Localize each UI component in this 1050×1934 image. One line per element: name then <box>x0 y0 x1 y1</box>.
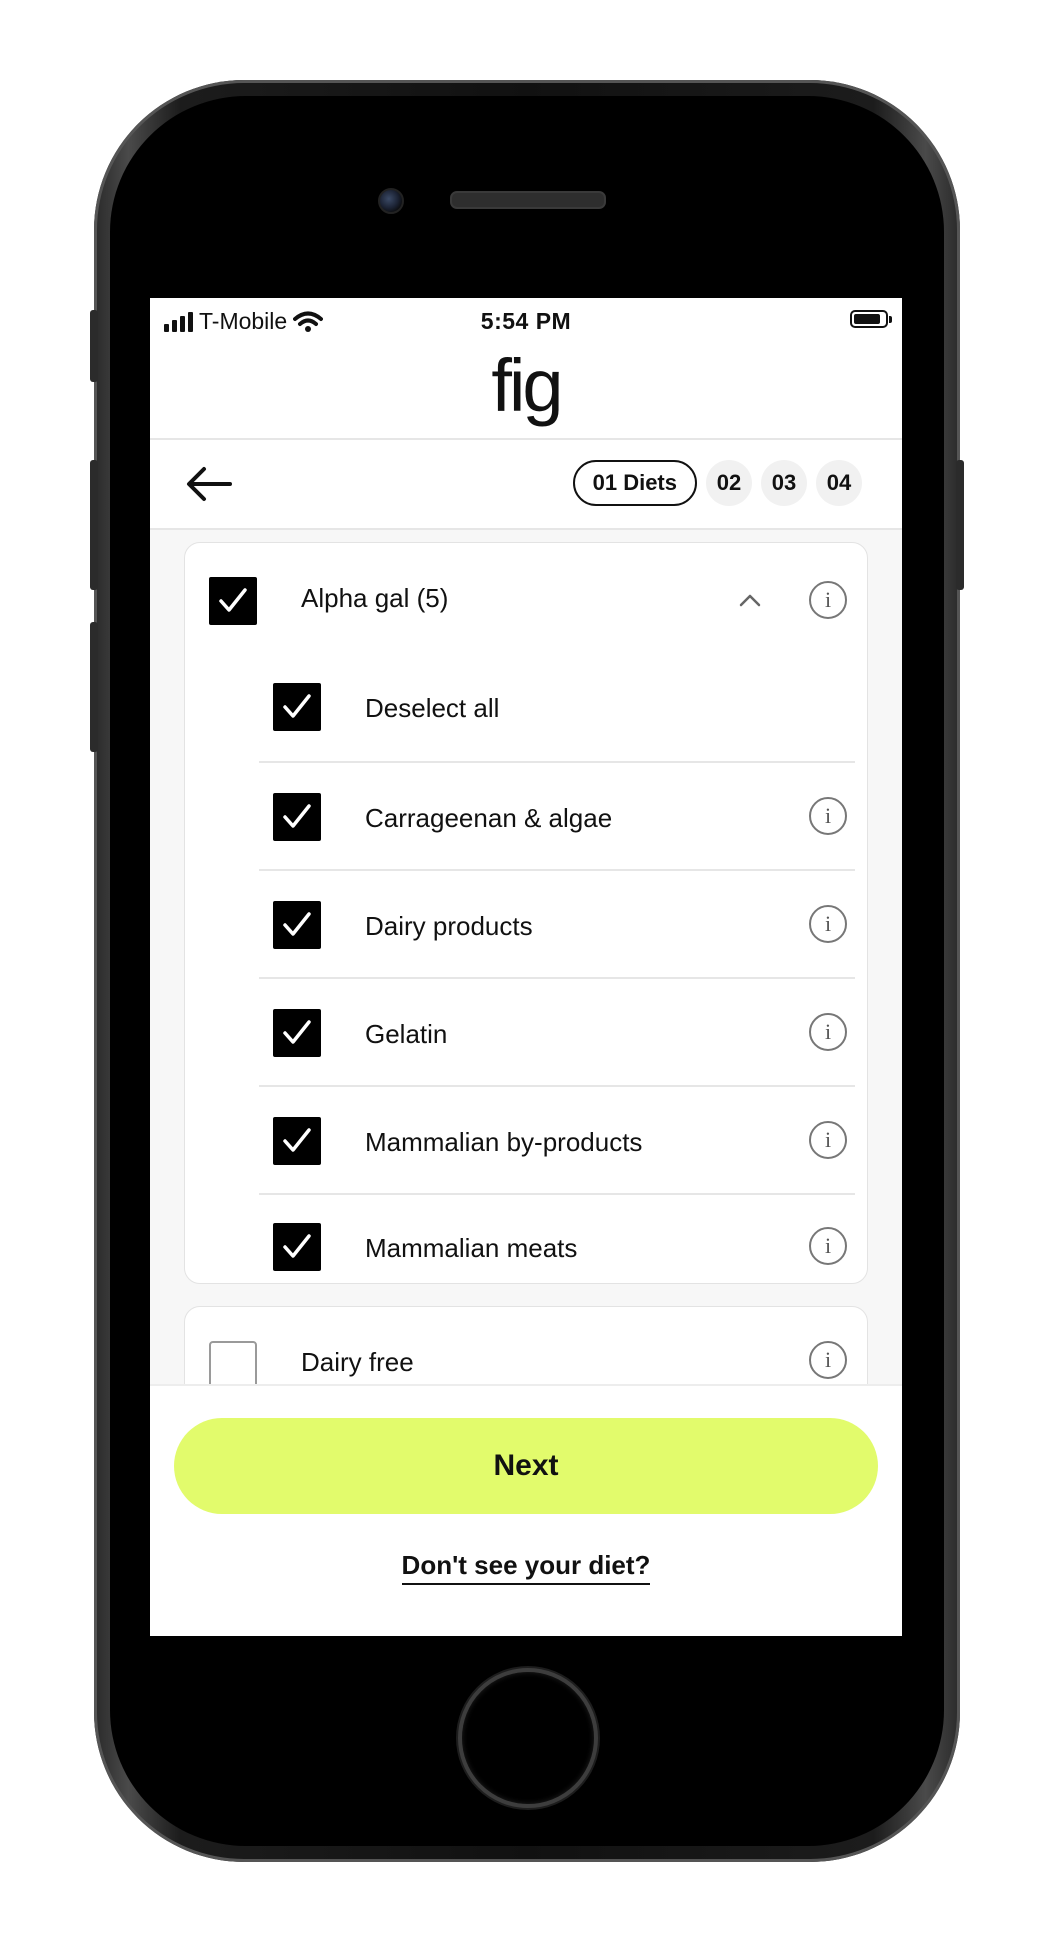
list-item[interactable]: Mammalian by-products i <box>259 1087 855 1195</box>
footer: Next Don't see your diet? <box>150 1384 902 1636</box>
group-label: Dairy free <box>301 1347 414 1377</box>
step-nav: 01 Diets 02 03 04 <box>150 440 902 530</box>
status-bar: T-Mobile 5:54 PM <box>150 298 902 344</box>
step-indicator: 01 Diets 02 03 04 <box>572 460 862 506</box>
item-label: Gelatin <box>365 1019 448 1049</box>
app-screen: T-Mobile 5:54 PM fig 01 Diets 02 03 04 A… <box>150 298 902 1636</box>
missing-diet-link[interactable]: Don't see your diet? <box>401 1550 651 1585</box>
item-checkbox[interactable] <box>273 1223 321 1271</box>
checkmark-icon <box>283 694 311 718</box>
list-item[interactable]: Mammalian meats i <box>259 1195 855 1283</box>
item-checkbox[interactable] <box>273 901 321 949</box>
clock: 5:54 PM <box>480 308 572 334</box>
back-arrow-icon[interactable] <box>186 466 232 502</box>
info-icon[interactable]: i <box>809 1121 847 1159</box>
info-icon[interactable]: i <box>809 797 847 835</box>
diet-group-header[interactable]: Alpha gal (5) i <box>185 543 867 655</box>
list-item[interactable]: Dairy products i <box>259 871 855 979</box>
item-label: Mammalian by-products <box>365 1127 643 1157</box>
checkmark-icon <box>283 912 311 936</box>
earpiece-speaker <box>450 191 606 209</box>
app-logo: fig <box>491 344 563 427</box>
list-item[interactable]: Carrageenan & algae i <box>259 763 855 871</box>
header: fig <box>150 344 902 440</box>
item-label: Deselect all <box>365 693 500 723</box>
checkmark-icon <box>283 1234 311 1258</box>
item-label: Dairy products <box>365 911 533 941</box>
diet-group-card: Alpha gal (5) i Deselect all Carrageenan… <box>184 542 868 1284</box>
item-label: Mammalian meats <box>365 1233 578 1263</box>
item-label: Carrageenan & algae <box>365 803 613 833</box>
info-icon[interactable]: i <box>809 1227 847 1265</box>
home-button[interactable] <box>458 1668 598 1808</box>
info-icon[interactable]: i <box>809 1341 847 1379</box>
group-label: Alpha gal (5) <box>301 583 449 613</box>
group-checkbox[interactable] <box>209 577 257 625</box>
step-tab-3[interactable]: 03 <box>761 460 807 506</box>
group-checkbox[interactable] <box>209 1341 257 1389</box>
item-checkbox[interactable] <box>273 1009 321 1057</box>
front-camera <box>378 188 404 214</box>
next-button[interactable]: Next <box>174 1418 878 1514</box>
volume-up-button <box>90 460 98 590</box>
item-checkbox[interactable] <box>273 793 321 841</box>
battery-icon <box>850 310 892 328</box>
missing-diet-link-container: Don't see your diet? <box>150 1550 902 1585</box>
checkmark-icon <box>283 804 311 828</box>
power-button <box>956 460 964 590</box>
list-item[interactable]: Gelatin i <box>259 979 855 1087</box>
checkmark-icon <box>219 588 247 612</box>
info-icon[interactable]: i <box>809 581 847 619</box>
step-tab-4[interactable]: 04 <box>816 460 862 506</box>
step-tab-diets[interactable]: 01 Diets <box>572 460 697 506</box>
checkmark-icon <box>283 1020 311 1044</box>
info-icon[interactable]: i <box>809 905 847 943</box>
mute-switch <box>90 310 98 382</box>
checkmark-icon <box>283 1128 311 1152</box>
step-tab-2[interactable]: 02 <box>706 460 752 506</box>
list-item[interactable]: Deselect all <box>259 655 855 763</box>
item-checkbox[interactable] <box>273 1117 321 1165</box>
chevron-up-icon[interactable] <box>739 593 761 607</box>
volume-down-button <box>90 622 98 752</box>
item-checkbox[interactable] <box>273 683 321 731</box>
info-icon[interactable]: i <box>809 1013 847 1051</box>
